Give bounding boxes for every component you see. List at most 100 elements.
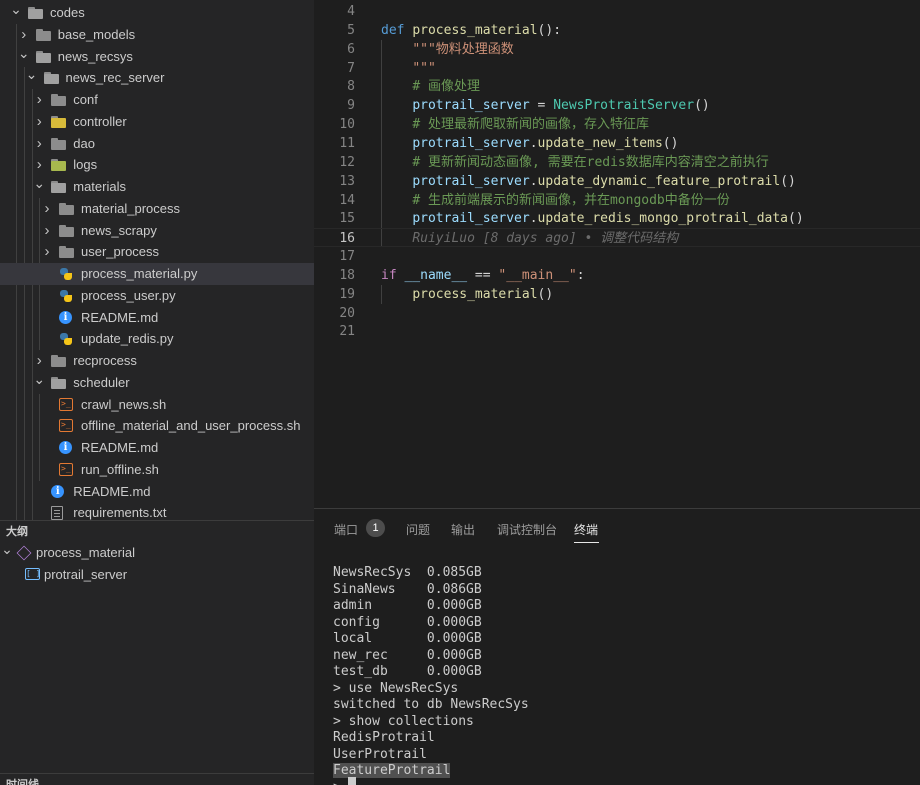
chevron-down-icon[interactable]: ⌄ [0, 542, 14, 564]
tree-item-label: run_offline.sh [81, 461, 159, 477]
outline-item[interactable]: ⌄ process_material [0, 542, 314, 564]
code-line[interactable]: 11 protrail_server.update_new_items() [314, 134, 920, 153]
file-item[interactable]: i README.md [0, 437, 314, 459]
panel-tab[interactable]: 端口 [334, 521, 358, 538]
terminal-line: NewsRecSys 0.085GB [333, 565, 482, 580]
tree-item-label: codes [50, 5, 85, 20]
code-token: "__main__" [498, 267, 577, 283]
file-item[interactable]: i README.md [0, 481, 314, 503]
folder-item[interactable]: › conf [0, 89, 314, 111]
code-line[interactable]: 16 RuiyiLuo [8 days ago] • 调整代码结构 [314, 228, 920, 248]
file-item[interactable]: >_ crawl_news.sh [0, 394, 314, 416]
chevron-down-icon[interactable]: ⌄ [17, 46, 31, 68]
file-item[interactable]: process_user.py [0, 285, 314, 307]
code-line[interactable]: 5 def process_material(): [314, 21, 920, 40]
folder-item[interactable]: › logs [0, 154, 314, 176]
code-line[interactable]: 9 protrail_server = NewsProtraitServer() [314, 96, 920, 115]
chevron-down-icon[interactable]: ⌄ [9, 2, 23, 24]
chevron-down-icon[interactable]: ⌄ [32, 176, 46, 198]
tree-item-label: base_models [57, 26, 136, 42]
outline-header[interactable]: 大纲 [6, 523, 28, 539]
code-line[interactable]: 6 """物料处理函数 [314, 40, 920, 59]
file-item[interactable]: >_ offline_material_and_user_process.sh [0, 415, 314, 437]
line-number: 17 [339, 249, 355, 265]
folder-item[interactable]: › recprocess [0, 350, 314, 372]
chevron-right-icon[interactable]: › [32, 133, 46, 155]
folder-item[interactable]: ⌄ codes [0, 2, 314, 24]
code-line[interactable]: 15 protrail_server.update_redis_mongo_pr… [314, 209, 920, 228]
chevron-down-icon[interactable]: ⌄ [25, 67, 39, 89]
terminal-line: test_db 0.000GB [333, 664, 482, 679]
code-line[interactable]: 10 # 处理最新爬取新闻的画像，存入特征库 [314, 115, 920, 134]
code-text: if __name__ == "__main__": [381, 266, 585, 285]
panel-tab[interactable]: 问题 [406, 521, 430, 538]
code-line[interactable]: 14 # 生成前端展示的新闻画像，并在mongodb中备份一份 [314, 191, 920, 210]
code-token: == [467, 267, 499, 283]
folder-item[interactable]: ⌄ news_recsys [0, 46, 314, 68]
outline-divider [0, 520, 314, 521]
file-item[interactable]: i README.md [0, 307, 314, 329]
module-cube-icon [16, 545, 32, 561]
line-number: 21 [339, 324, 355, 340]
chevron-right-icon[interactable]: › [40, 220, 54, 242]
code-text: RuiyiLuo [8 days ago] • 调整代码结构 [381, 229, 678, 248]
folder-open-icon [28, 7, 44, 19]
chevron-right-icon[interactable]: › [32, 111, 46, 133]
folder-icon [51, 94, 67, 106]
code-editor[interactable]: 4 5 def process_material(): 6 """物料处理函数 7 ""… [314, 0, 920, 508]
code-line[interactable]: 18 if __name__ == "__main__": [314, 266, 920, 285]
file-item[interactable]: update_redis.py [0, 328, 314, 350]
panel-tab[interactable]: 调试控制台 [497, 521, 557, 538]
tree-item-label: README.md [81, 440, 159, 455]
chevron-right-icon[interactable]: › [32, 154, 46, 176]
folder-item[interactable]: ⌄ scheduler [0, 372, 314, 394]
code-line[interactable]: 19 process_material() [314, 285, 920, 304]
code-line[interactable]: 20 [314, 304, 920, 323]
code-line[interactable]: 21 [314, 322, 920, 341]
folder-item[interactable]: › controller [0, 111, 314, 133]
outline-item[interactable]: [ ] protrail_server [0, 564, 314, 586]
file-item[interactable]: process_material.py [0, 263, 314, 285]
tree-item-label: requirements.txt [73, 505, 167, 520]
chevron-down-icon[interactable]: ⌄ [32, 372, 46, 394]
code-text: """物料处理函数 [381, 40, 513, 59]
code-text: # 更新新闻动态画像, 需要在redis数据库内容清空之前执行 [381, 153, 768, 172]
folder-item[interactable]: › news_scrapy [0, 220, 314, 242]
code-line[interactable]: 13 protrail_server.update_dynamic_featur… [314, 172, 920, 191]
code-line[interactable]: 12 # 更新新闻动态画像, 需要在redis数据库内容清空之前执行 [314, 153, 920, 172]
code-token: update_new_items [537, 135, 663, 151]
timeline-header[interactable]: 时间线 [6, 776, 39, 785]
chevron-right-icon[interactable]: › [17, 24, 31, 46]
chevron-right-icon[interactable]: › [40, 198, 54, 220]
folder-item[interactable]: › dao [0, 133, 314, 155]
file-item[interactable]: requirements.txt [0, 502, 314, 520]
panel-tab[interactable]: 输出 [451, 521, 475, 538]
panel-tab[interactable]: 终端 [574, 521, 598, 538]
folder-item[interactable]: › material_process [0, 198, 314, 220]
code-line[interactable]: 17 [314, 247, 920, 266]
code-token: . [529, 211, 538, 227]
folder-item[interactable]: › base_models [0, 24, 314, 46]
code-token: process_material [412, 286, 538, 302]
file-item[interactable]: >_ run_offline.sh [0, 459, 314, 481]
code-line[interactable]: 8 # 画像处理 [314, 77, 920, 96]
chevron-right-icon[interactable]: › [40, 241, 54, 263]
code-text: # 画像处理 [381, 77, 480, 96]
code-line[interactable]: 7 """ [314, 59, 920, 78]
chevron-right-icon[interactable]: › [32, 89, 46, 111]
tree-item-label: user_process [81, 244, 160, 260]
code-token: () [694, 98, 710, 114]
line-number: 5 [347, 22, 355, 38]
folder-item[interactable]: ⌄ news_rec_server [0, 67, 314, 89]
code-token: """ [412, 60, 436, 76]
chevron-right-icon[interactable]: › [32, 350, 46, 372]
folder-item[interactable]: ⌄ materials [0, 176, 314, 198]
tree-item-label: material_process [81, 200, 180, 216]
code-line[interactable]: 4 [314, 2, 920, 21]
folder-item[interactable]: › user_process [0, 241, 314, 263]
